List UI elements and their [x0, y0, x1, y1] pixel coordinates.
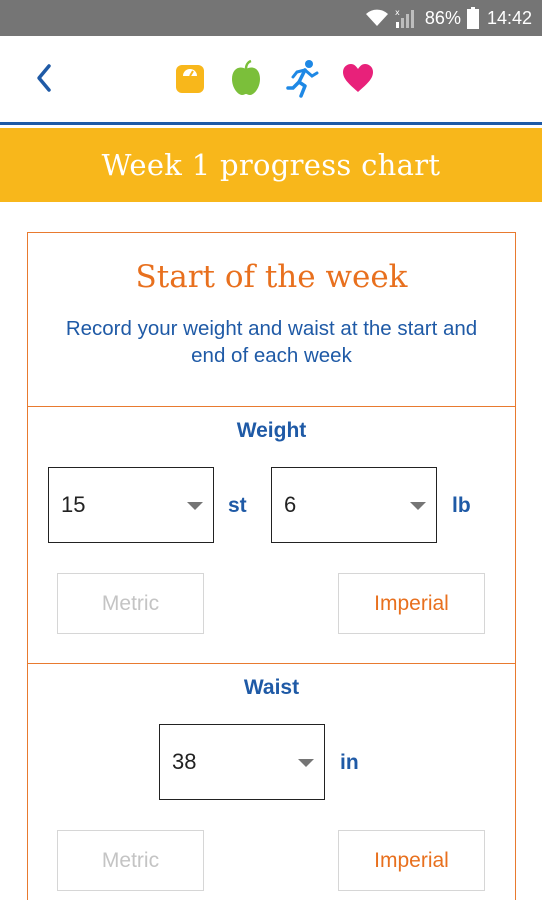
header-nav	[172, 58, 376, 98]
inches-select[interactable]: 38	[159, 724, 325, 800]
stones-select[interactable]: 15	[48, 467, 214, 543]
battery-percent: 86%	[424, 7, 461, 28]
scale-icon[interactable]	[172, 58, 208, 98]
waist-metric-button[interactable]: Metric	[57, 830, 204, 891]
dropdown-arrow-icon	[187, 502, 203, 510]
status-bar: x 86% 14:42	[0, 0, 542, 36]
apple-icon[interactable]	[228, 58, 264, 98]
back-button[interactable]	[26, 60, 62, 100]
waist-imperial-button[interactable]: Imperial	[338, 830, 485, 891]
weight-label: Weight	[236, 419, 307, 442]
battery-icon	[466, 7, 479, 29]
wifi-icon	[365, 8, 389, 28]
running-person-icon[interactable]	[284, 58, 320, 98]
signal-icon: x	[395, 7, 417, 29]
weight-section: Weight 15 st 6 lb Metric Imperial	[28, 407, 515, 664]
card-intro: Start of the week Record your weight and…	[28, 233, 515, 407]
page-title: Week 1 progress chart	[101, 148, 441, 182]
waist-section: Waist 38 in Metric Imperial	[28, 664, 515, 900]
app-header	[0, 36, 542, 125]
inches-value: 38	[172, 749, 197, 774]
dropdown-arrow-icon	[298, 759, 314, 767]
svg-text:x: x	[395, 8, 400, 17]
stones-unit: st	[228, 494, 247, 517]
dropdown-arrow-icon	[410, 502, 426, 510]
heart-icon[interactable]	[340, 58, 376, 98]
waist-label: Waist	[243, 676, 300, 699]
pounds-unit: lb	[452, 494, 471, 517]
weight-imperial-button[interactable]: Imperial	[338, 573, 485, 634]
page-title-banner: Week 1 progress chart	[0, 128, 542, 202]
status-icons: x 86% 14:42	[365, 0, 532, 36]
pounds-value: 6	[284, 492, 297, 517]
clock: 14:42	[486, 7, 532, 28]
chevron-left-icon	[34, 63, 54, 98]
pounds-select[interactable]: 6	[271, 467, 437, 543]
inches-unit: in	[340, 751, 359, 774]
card-instruction: Record your weight and waist at the star…	[65, 317, 478, 367]
card-title: Start of the week	[135, 259, 408, 295]
stones-value: 15	[61, 492, 86, 517]
weight-metric-button[interactable]: Metric	[57, 573, 204, 634]
progress-card: Start of the week Record your weight and…	[27, 232, 516, 900]
